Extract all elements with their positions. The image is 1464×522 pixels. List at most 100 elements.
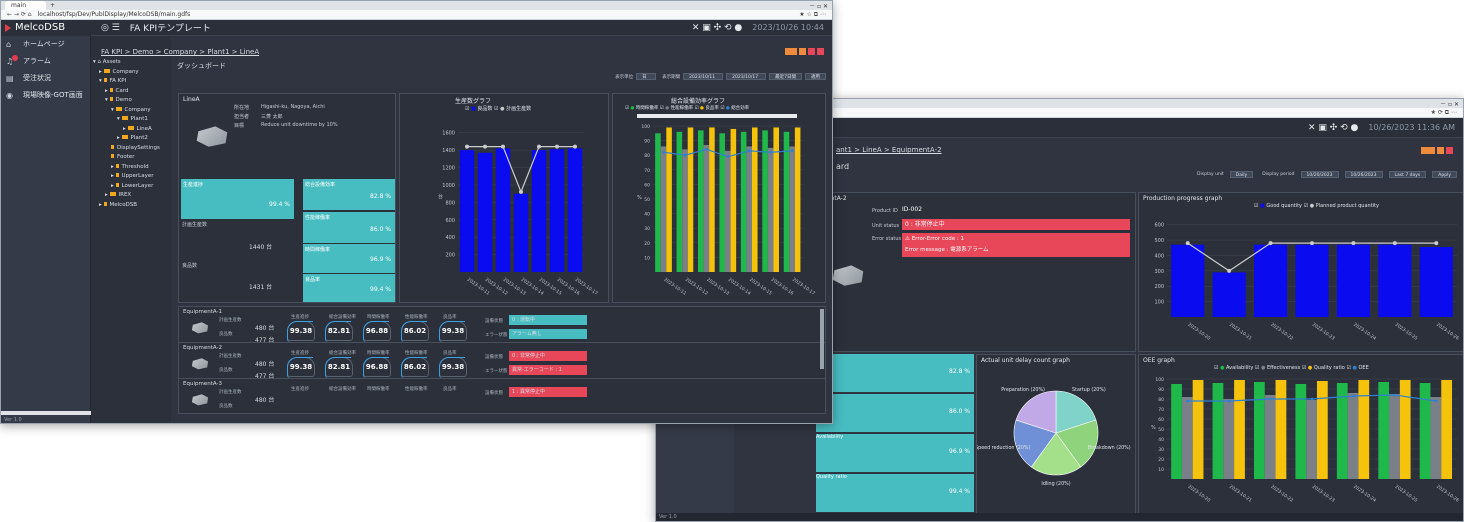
y-tick-label: 40 bbox=[644, 212, 650, 218]
point bbox=[1392, 241, 1397, 246]
date-to-input[interactable]: 2023/10/17 bbox=[726, 73, 767, 80]
x-tick-label: 2023-10-22 bbox=[1269, 322, 1294, 342]
tree-node[interactable]: Footer bbox=[91, 153, 171, 163]
checkbox-icon[interactable]: ☑ bbox=[1254, 203, 1258, 209]
tree-node[interactable]: ▸ Threshold bbox=[91, 163, 171, 173]
equipment-row[interactable]: EquipmentA-3 計画生産数 良品数 480 台 生産進捗 総合設備効率 時間稼働率… bbox=[179, 379, 825, 413]
kpi-tile-progress: 生産進捗 99.4 % bbox=[181, 179, 294, 219]
avail-header: 時間稼働率 bbox=[367, 315, 390, 320]
machine-image bbox=[196, 126, 228, 147]
nav-icons[interactable]: ← → ⟳ ⌂ bbox=[7, 11, 32, 18]
sidebar-item-camera[interactable]: ◉ 現場映像-GOT画面 bbox=[1, 87, 90, 104]
quality-header: 良品率 bbox=[443, 315, 457, 320]
point bbox=[1393, 393, 1397, 397]
production-progress-panel: Production progress graph ☑ ■ Good quant… bbox=[1138, 192, 1463, 352]
y-tick-label: 40 bbox=[1158, 437, 1164, 443]
tree-node[interactable]: ▸ IREX bbox=[91, 191, 171, 201]
tree-node[interactable]: ▾ ⌂ Assets bbox=[91, 58, 171, 68]
breadcrumb[interactable]: FA KPI > Demo > Company > Plant1 > LineA bbox=[101, 48, 259, 56]
date-from-input[interactable]: 2023/10/11 bbox=[683, 73, 724, 80]
date-from-input[interactable]: 10/20/2023 bbox=[1300, 171, 1339, 178]
bar bbox=[549, 149, 565, 272]
home-icon: ⌂ bbox=[6, 40, 12, 49]
bar bbox=[730, 128, 737, 272]
x-tick-label: 2023-10-24 bbox=[1352, 484, 1377, 504]
header-tools-icon[interactable]: ✕ ▣ ✣ ⟲ ● bbox=[1308, 123, 1358, 133]
plan-header: 計画生産数 bbox=[219, 318, 242, 323]
tree-node[interactable]: ▾ Plant1 bbox=[91, 115, 171, 125]
window-controls[interactable]: － ▫ ✕ bbox=[809, 1, 828, 10]
point bbox=[483, 144, 487, 149]
x-tick-label: 2023-10-12 bbox=[684, 277, 709, 297]
equipment-scrollbar[interactable] bbox=[820, 309, 824, 369]
bar bbox=[1171, 384, 1182, 479]
sidebar-item-orders[interactable]: ▤ 受注状況 bbox=[1, 70, 90, 87]
production-chart-2: 100 200 300 400 500 600 2023-10-20 2023-10-21 20… bbox=[1154, 223, 1460, 342]
tree-node[interactable]: ▸ Company bbox=[91, 68, 171, 78]
header-timestamp: 10/26/2023 11:36 AM bbox=[1368, 123, 1455, 132]
display-unit-select[interactable]: Daily bbox=[1229, 171, 1254, 178]
equipment-row[interactable]: EquipmentA-2 計画生産数 良品数 480 台 477 台生産進捗 99.38 総… bbox=[179, 343, 825, 380]
perf-header: 性能稼働率 bbox=[405, 387, 428, 392]
oee-header: 総合設備効率 bbox=[329, 315, 356, 320]
sidebar-item-alarm[interactable]: ♫ アラーム bbox=[1, 53, 90, 70]
machine-image bbox=[832, 265, 864, 286]
tree-node[interactable]: ▾ Demo bbox=[91, 96, 171, 106]
last-7-days-button[interactable]: 最近7日間 bbox=[769, 73, 802, 80]
last-7-days-button[interactable]: Last 7 days bbox=[1388, 171, 1427, 178]
tree-node[interactable]: ▸ LowerLayer bbox=[91, 182, 171, 192]
bar bbox=[513, 193, 529, 272]
apply-button[interactable]: Apply bbox=[1432, 171, 1457, 178]
new-tab-icon[interactable]: + bbox=[50, 2, 55, 9]
period-label: 表示期間 bbox=[662, 74, 681, 80]
equipment-row[interactable]: EquipmentA-1 計画生産数 良品数 480 台 477 台生産進捗 99.38 総… bbox=[179, 307, 825, 344]
equipment-list: EquipmentA-1 計画生産数 良品数 480 台 477 台生産進捗 99.38 総… bbox=[179, 307, 825, 413]
menu-icon[interactable]: ◎ ☰ bbox=[101, 23, 120, 33]
status-header: 設備状態 bbox=[485, 355, 503, 360]
plan-header: 計画生産数 bbox=[219, 354, 242, 359]
x-tick-label: 2023-10-23 bbox=[1311, 484, 1336, 504]
bar bbox=[773, 127, 779, 273]
quality-gauge: 99.38 bbox=[438, 356, 467, 378]
tree-node[interactable]: ▾ Company bbox=[91, 106, 171, 116]
equipment-name: EquipmentA-1 bbox=[183, 309, 222, 315]
x-tick-label: 2023-10-23 bbox=[1311, 322, 1336, 342]
unit-select[interactable]: 日 bbox=[636, 73, 657, 80]
point bbox=[1434, 399, 1438, 403]
header-buttons[interactable] bbox=[1421, 147, 1453, 154]
tree-node[interactable]: ▸ MelcoDSB bbox=[91, 201, 171, 211]
legend-scroll[interactable] bbox=[637, 114, 797, 118]
tree-node[interactable]: ▸ LineA bbox=[91, 125, 171, 135]
sidebar-scrollbar[interactable] bbox=[1, 411, 91, 415]
bar bbox=[1275, 380, 1287, 479]
sidebar-item-home[interactable]: ⌂ ホームページ bbox=[1, 36, 90, 53]
y-tick-label: 30 bbox=[644, 226, 650, 232]
error-badge: 異常-エラーコード : 1 bbox=[509, 365, 587, 375]
tab-main[interactable]: main bbox=[5, 1, 46, 10]
tree-node[interactable]: ▾ FA KPI bbox=[91, 77, 171, 87]
bar bbox=[1171, 244, 1205, 317]
apply-button[interactable]: 適用 bbox=[805, 73, 826, 80]
bar bbox=[459, 150, 475, 272]
toolbar-icons[interactable]: ★ ☆ ⧉ ⋯ bbox=[799, 11, 826, 19]
x-tick-label: 2023-10-26 bbox=[1435, 484, 1460, 504]
tree-node[interactable]: ▸ Card bbox=[91, 87, 171, 97]
bar bbox=[767, 147, 774, 272]
bar bbox=[1316, 381, 1328, 479]
header-tools-icon[interactable]: ✕ ▣ ✣ ⟲ ● bbox=[692, 23, 742, 33]
date-to-input[interactable]: 10/26/2023 bbox=[1344, 171, 1383, 178]
window-controls[interactable]: － ▫ ✕ bbox=[1440, 99, 1459, 108]
y-tick-label: 30 bbox=[1158, 447, 1164, 453]
tree-node[interactable]: DisplaySettings bbox=[91, 144, 171, 154]
toolbar-icons[interactable]: ★ ⟳ ⧉ ⋯ bbox=[1431, 109, 1457, 117]
bar bbox=[1306, 400, 1317, 479]
breadcrumb[interactable]: ant1 > LineA > EquipmentA-2 bbox=[836, 146, 942, 154]
perf-header: 性能稼働率 bbox=[405, 315, 428, 320]
tree-node[interactable]: ▸ UpperLayer bbox=[91, 172, 171, 182]
tree-node[interactable]: ▸ Plant2 bbox=[91, 134, 171, 144]
url-input[interactable]: localhost/fsp/Dev/PublDisplay/MelcoDSB/m… bbox=[38, 11, 794, 18]
checkbox-icon[interactable]: ☑ bbox=[1304, 203, 1308, 209]
header-buttons[interactable] bbox=[785, 48, 824, 55]
point bbox=[501, 144, 505, 149]
bar bbox=[1419, 383, 1431, 479]
